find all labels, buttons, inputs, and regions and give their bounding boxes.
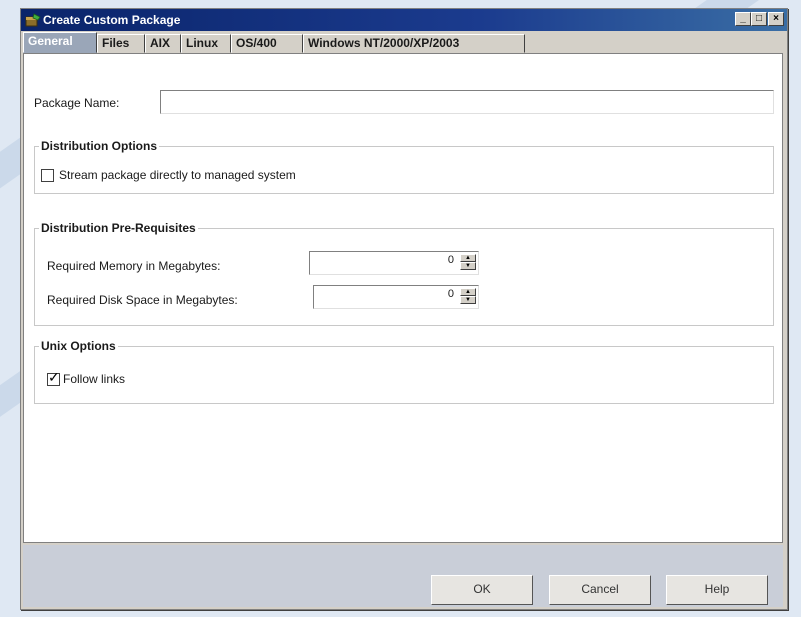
general-tab-panel: Package Name: Distribution Options Strea… [23, 53, 783, 543]
stream-package-label: Stream package directly to managed syste… [59, 168, 296, 182]
checkmark-icon: ✓ [48, 369, 60, 385]
spin-up-icon[interactable]: ▲ [460, 288, 476, 296]
required-memory-value: 0 [447, 254, 454, 266]
package-name-label: Package Name: [34, 96, 120, 110]
tab-files[interactable]: Files [97, 34, 145, 53]
tab-os400[interactable]: OS/400 [231, 34, 303, 53]
package-icon [25, 13, 41, 27]
follow-links-label: Follow links [63, 372, 126, 386]
required-memory-spinner[interactable]: 0 ▲ ▼ [309, 251, 479, 275]
help-button[interactable]: Help [666, 575, 768, 605]
spin-down-icon[interactable]: ▼ [460, 296, 476, 304]
spin-up-icon[interactable]: ▲ [460, 254, 476, 262]
window-title: Create Custom Package [43, 13, 181, 27]
tab-general[interactable]: General [23, 32, 97, 53]
dialog-button-bar: OK Cancel Help [23, 545, 783, 607]
package-name-input[interactable] [160, 90, 774, 114]
distribution-options-group: Distribution Options Stream package dire… [34, 139, 774, 194]
ok-button[interactable]: OK [431, 575, 533, 605]
required-disk-stepper[interactable]: ▲ ▼ [460, 288, 476, 304]
close-icon: × [773, 13, 779, 24]
create-custom-package-dialog: Create Custom Package _ □ × General File… [20, 8, 788, 610]
tab-linux[interactable]: Linux [181, 34, 231, 53]
required-memory-label: Required Memory in Megabytes: [47, 259, 221, 273]
tab-windows[interactable]: Windows NT/2000/XP/2003 [303, 34, 525, 53]
required-memory-stepper[interactable]: ▲ ▼ [460, 254, 476, 270]
unix-options-group: Unix Options ✓ Follow links [34, 339, 774, 404]
distribution-options-title: Distribution Options [39, 139, 159, 153]
tab-strip: General Files AIX Linux OS/400 Windows N… [23, 32, 785, 53]
minimize-button[interactable]: _ [735, 12, 751, 26]
required-disk-value: 0 [447, 288, 454, 300]
minimize-icon: _ [740, 13, 746, 24]
prerequisites-title: Distribution Pre-Requisites [39, 221, 198, 235]
cancel-button[interactable]: Cancel [549, 575, 651, 605]
stream-package-checkbox[interactable] [41, 169, 54, 182]
tab-aix[interactable]: AIX [145, 34, 181, 53]
required-disk-spinner[interactable]: 0 ▲ ▼ [313, 285, 479, 309]
unix-options-title: Unix Options [39, 339, 118, 353]
spin-down-icon[interactable]: ▼ [460, 262, 476, 270]
follow-links-checkbox[interactable]: ✓ [47, 369, 60, 386]
prerequisites-group: Distribution Pre-Requisites Required Mem… [34, 221, 774, 326]
maximize-icon: □ [755, 13, 763, 24]
close-button[interactable]: × [768, 12, 784, 26]
title-bar[interactable]: Create Custom Package _ □ × [21, 9, 787, 31]
required-disk-label: Required Disk Space in Megabytes: [47, 293, 238, 307]
maximize-button[interactable]: □ [751, 12, 767, 26]
